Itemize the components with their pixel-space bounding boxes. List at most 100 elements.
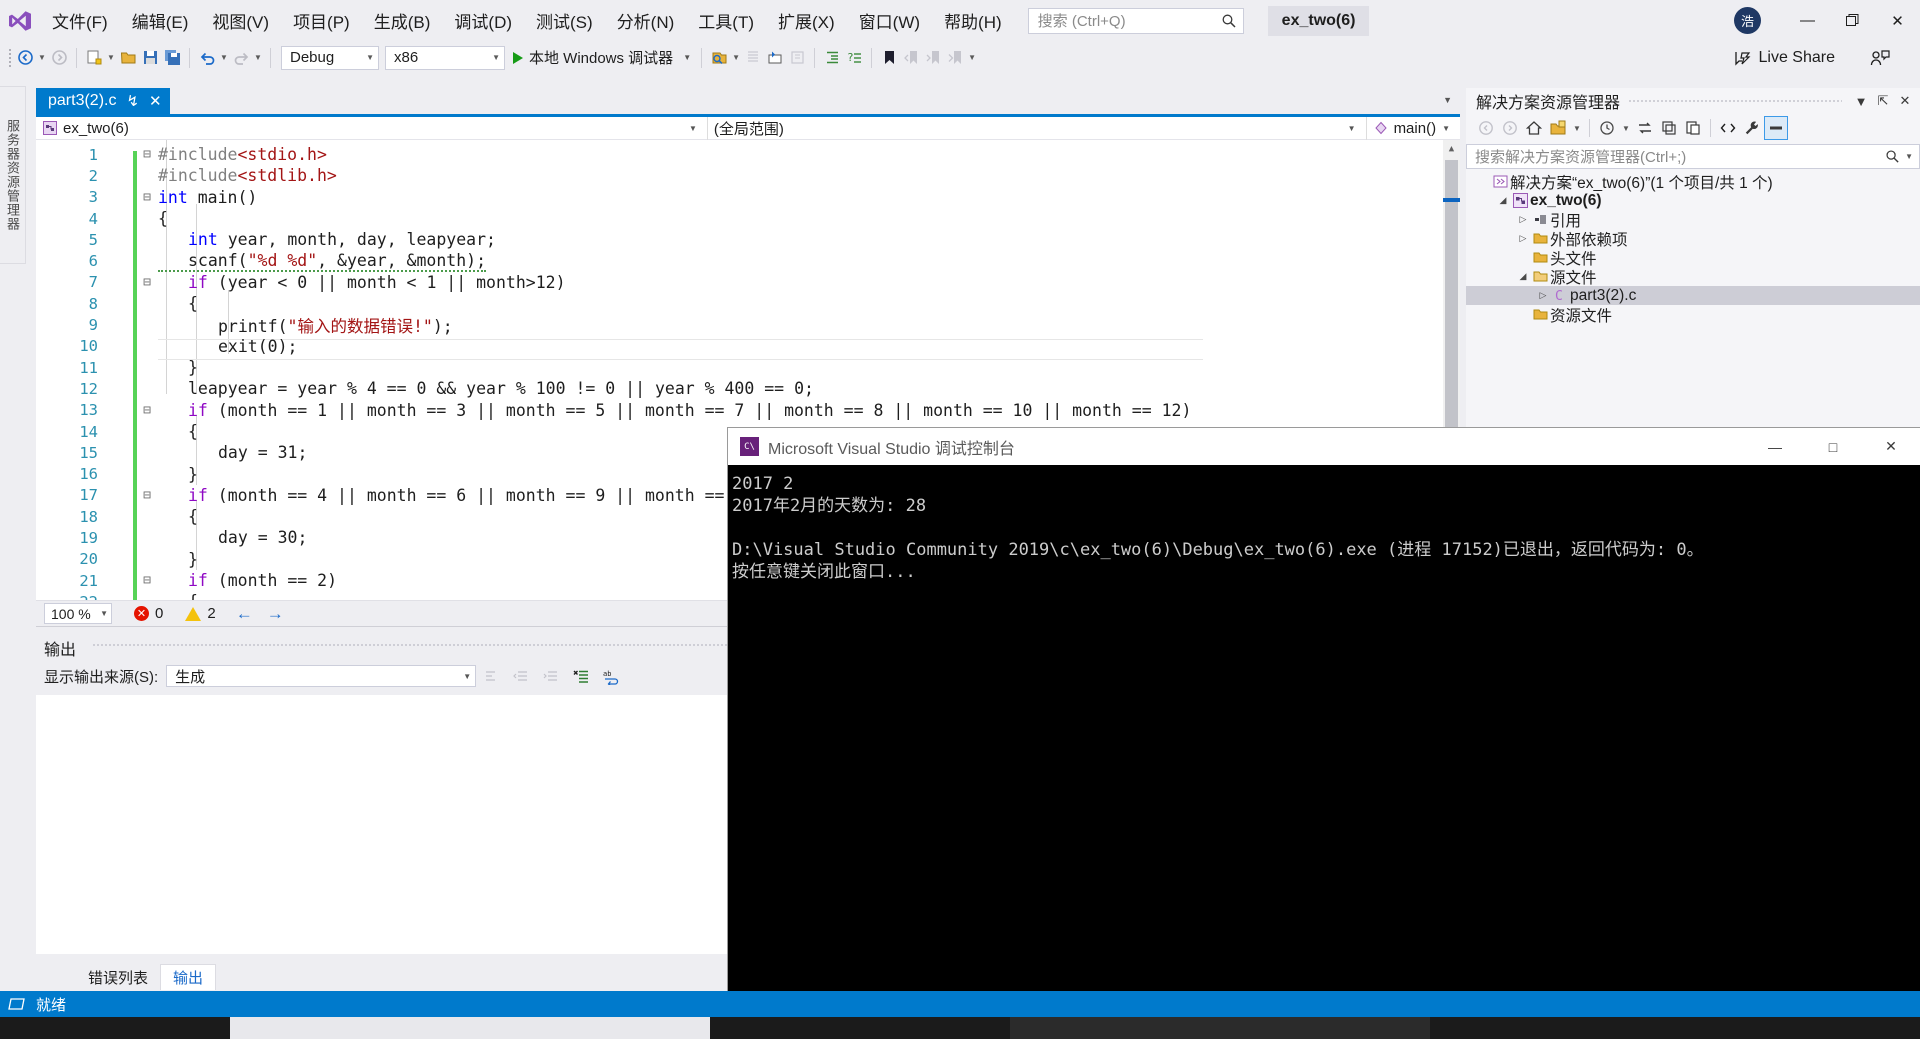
menu-item-4[interactable]: 生成(B) [362,0,443,41]
solution-explorer-drag-dots[interactable] [1628,99,1842,103]
se-sync-with-active-document-icon[interactable] [1633,116,1657,140]
code-line[interactable]: 5 int year, month, day, leapyear; [36,229,1196,250]
close-icon[interactable]: ✕ [149,92,162,110]
find-dropdown-icon[interactable]: ▼ [730,46,742,70]
toggle-outlining-icon[interactable]: ? [843,46,865,70]
solution-tree-item[interactable]: ◢ ex_two(6) [1466,191,1920,210]
code-line[interactable]: 7 ⊟ if (year < 0 || month < 1 || month>12) [36,272,1196,293]
navigate-backward-icon[interactable] [14,46,36,70]
tree-expander-icon[interactable]: ▷ [1516,233,1530,244]
solution-explorer-pin-icon[interactable]: ⇱ [1872,88,1894,114]
fold-toggle-icon[interactable]: ⊟ [140,275,154,290]
scrollbar-up-icon[interactable]: ▲ [1443,140,1460,158]
code-line[interactable]: 9 printf("输入的数据错误!"); [36,314,1196,336]
console-close-button[interactable]: ✕ [1862,428,1920,465]
navbar-member-combo[interactable]: main() ▼ [1367,117,1460,140]
start-debugging-dropdown-icon[interactable]: ▼ [679,53,691,62]
solution-explorer-close-icon[interactable]: ✕ [1894,88,1916,114]
code-line[interactable]: 11} [36,357,1196,378]
solution-configuration-combo[interactable]: Debug ▼ [281,45,379,70]
code-line[interactable]: 2 #include<stdlib.h> [36,165,1196,186]
solution-explorer-search-dropdown-icon[interactable]: ▼ [1905,152,1913,161]
solution-tree-item[interactable]: 头文件 [1466,248,1920,268]
menu-item-10[interactable]: 窗口(W) [847,0,932,41]
increase-indent-icon[interactable] [821,46,843,70]
next-issue-arrow-icon[interactable]: → [267,604,284,624]
toolbar-overflow-icon[interactable]: ▼ [966,46,978,70]
fold-toggle-icon[interactable]: ⊟ [140,190,154,205]
menu-item-7[interactable]: 分析(N) [605,0,687,41]
solution-tree-item[interactable]: ◢ 源文件 [1466,267,1920,287]
tree-expander-icon[interactable]: ◢ [1516,271,1530,282]
window-minimize-button[interactable]: — [1785,0,1830,41]
se-show-all-files-dropdown-icon[interactable]: ▼ [1570,116,1584,140]
console-maximize-button[interactable]: □ [1804,428,1862,465]
fold-toggle-icon[interactable]: ⊟ [140,147,154,162]
tree-expander-icon[interactable]: ◢ [1496,195,1510,206]
tree-expander-icon[interactable]: ▷ [1516,214,1530,225]
navbar-project-combo[interactable]: ex_two(6) ▼ [36,116,708,140]
se-pending-dropdown-icon[interactable]: ▼ [1619,116,1633,140]
code-line[interactable]: 10 exit(0); [36,336,1196,357]
undo-dropdown-icon[interactable]: ▼ [218,46,230,70]
save-icon[interactable] [139,46,161,70]
code-line[interactable]: 1 ⊟ #include<stdio.h> [36,144,1196,165]
comment-selection-icon[interactable] [764,46,786,70]
fold-toggle-icon[interactable]: ⊟ [140,488,154,503]
console-minimize-button[interactable]: — [1746,428,1804,465]
feedback-button[interactable] [1870,41,1890,74]
find-in-file-icon[interactable] [708,46,730,70]
window-restore-button[interactable] [1830,0,1875,41]
solution-tree-item[interactable]: ▷ Cpart3(2).c [1466,286,1920,305]
solution-explorer-search-box[interactable]: 搜索解决方案资源管理器(Ctrl+;) ▼ [1466,144,1920,169]
output-toggle-word-wrap-icon[interactable]: ab [596,663,626,689]
menu-item-5[interactable]: 调试(D) [442,0,524,41]
solution-tree-item[interactable]: 解决方案“ex_two(6)”(1 个项目/共 1 个) [1466,172,1920,192]
document-tab-part3[interactable]: part3(2).c ↯ ✕ [36,88,170,114]
taskbar-window-preview-1[interactable] [230,1017,710,1039]
server-explorer-vertical-tab[interactable]: 服务器资源管理器 [0,86,26,264]
editor-zoom-combo[interactable]: 100 % ▼ [44,603,112,624]
new-project-icon[interactable] [83,46,105,70]
code-line[interactable]: 12 leapyear = year % 4 == 0 && year % 100… [36,378,1196,399]
taskbar-window-preview-2[interactable] [1010,1017,1430,1039]
se-show-all-files-icon[interactable] [1546,116,1570,140]
menu-item-8[interactable]: 工具(T) [686,0,766,41]
console-title-bar[interactable]: C\ Microsoft Visual Studio 调试控制台 — □ ✕ [728,428,1920,465]
tree-expander-icon[interactable]: ▷ [1536,290,1550,301]
new-project-dropdown-icon[interactable]: ▼ [105,46,117,70]
solution-name-chip[interactable]: ex_two(6) [1267,5,1370,36]
bottom-tab-0[interactable]: 错误列表 [76,964,160,990]
solution-tree-item[interactable]: ▷ 外部依赖项 [1466,229,1920,249]
solution-platform-combo[interactable]: x86 ▼ [385,45,505,70]
se-preview-selected-items-icon[interactable] [1764,116,1788,140]
menu-item-11[interactable]: 帮助(H) [932,0,1014,41]
bottom-tab-1[interactable]: 输出 [160,964,217,990]
menu-item-3[interactable]: 项目(P) [281,0,362,41]
undo-icon[interactable] [196,46,218,70]
solution-tree-item[interactable]: 资源文件 [1466,305,1920,325]
debug-console-window[interactable]: C\ Microsoft Visual Studio 调试控制台 — □ ✕ 2… [728,428,1920,1026]
navbar-scope-combo[interactable]: (全局范围) ▼ [708,116,1367,140]
se-refresh-icon[interactable] [1657,116,1681,140]
live-share-button[interactable]: Live Share [1734,41,1835,74]
fold-toggle-icon[interactable]: ⊟ [140,573,154,588]
previous-issue-arrow-icon[interactable]: ← [236,604,253,624]
warning-count-indicator[interactable]: 2 [185,605,216,622]
menu-item-9[interactable]: 扩展(X) [766,0,847,41]
navigate-backward-dropdown-icon[interactable]: ▼ [36,46,48,70]
global-search-box[interactable]: 搜索 (Ctrl+Q) [1027,7,1244,34]
user-avatar[interactable]: 浩 [1734,7,1761,34]
menu-item-0[interactable]: 文件(F) [40,0,120,41]
document-tab-overflow-icon[interactable]: ▼ [1443,95,1452,105]
menu-item-6[interactable]: 测试(S) [524,0,605,41]
toolbar-grip[interactable] [6,47,14,69]
menu-item-2[interactable]: 视图(V) [200,0,281,41]
code-line[interactable]: 8{ [36,293,1196,314]
pin-icon[interactable]: ↯ [126,92,139,110]
fold-toggle-icon[interactable]: ⊟ [140,403,154,418]
solution-explorer-menu-icon[interactable]: ▼ [1850,88,1872,114]
se-home-icon[interactable] [1522,116,1546,140]
output-clear-all-icon[interactable] [566,663,596,689]
open-file-icon[interactable] [117,46,139,70]
